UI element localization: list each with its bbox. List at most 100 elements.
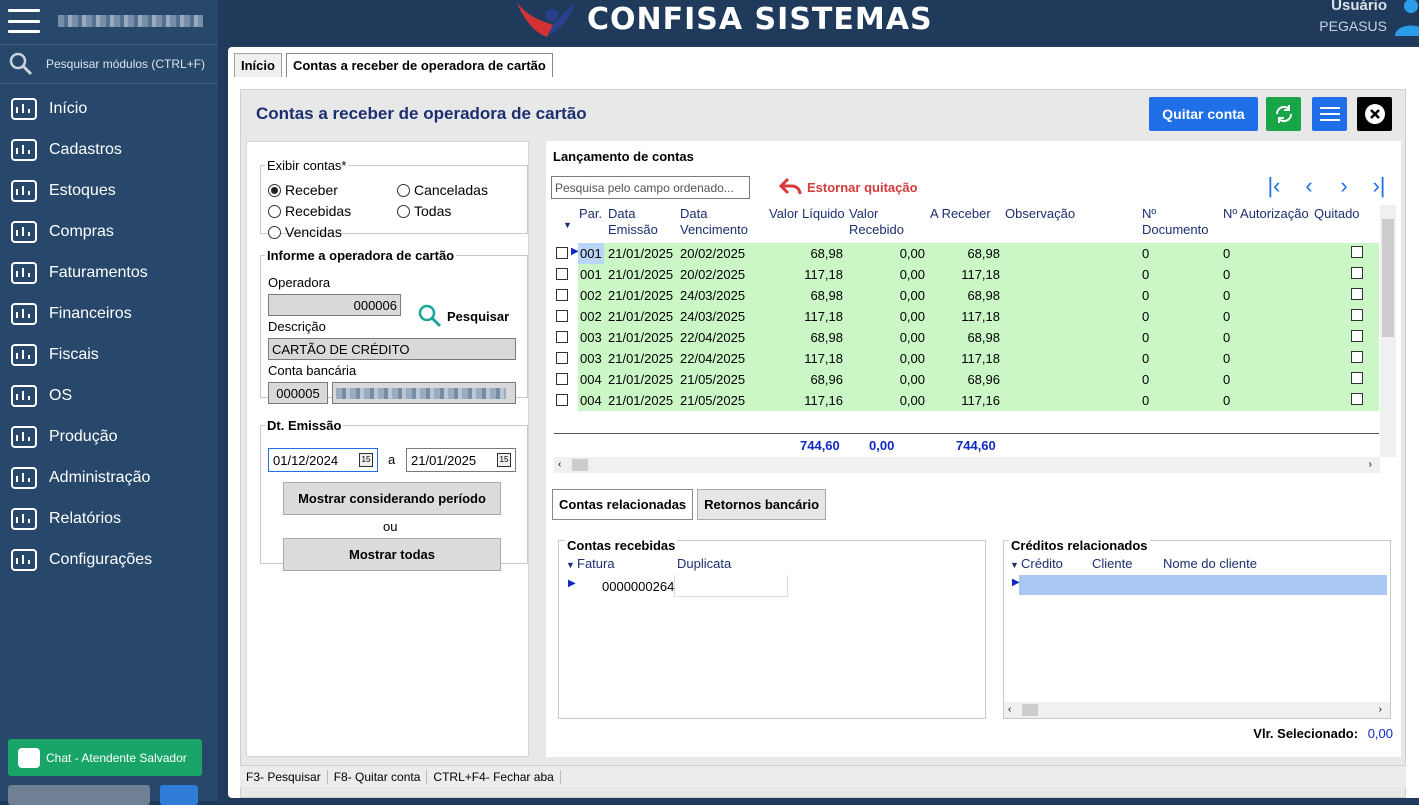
col-valor-recebido[interactable]: Valor Recebido <box>849 206 919 238</box>
date-from-field[interactable]: 01/12/2024 15 <box>268 448 378 472</box>
col-data-emissao[interactable]: Data Emissão <box>608 206 668 238</box>
col-observacao[interactable]: Observação <box>1005 206 1075 222</box>
sidebar-item-relatorios[interactable]: Relatórios <box>0 498 218 539</box>
col-n-documento[interactable]: Nº Documento <box>1142 206 1212 238</box>
sidebar-item-administracao[interactable]: Administração <box>0 457 218 498</box>
sort-arrow-icon[interactable]: ▼ <box>563 217 572 233</box>
table-row[interactable]: 004 21/01/2025 21/05/2025 68,96 0,00 68,96 0 0 <box>554 369 1379 390</box>
radio-recebidas[interactable]: Recebidas <box>268 203 351 219</box>
row-select-checkbox[interactable] <box>556 352 568 364</box>
radio-canceladas[interactable]: Canceladas <box>397 182 488 198</box>
sidebar-item-inicio[interactable]: Início <box>0 88 218 129</box>
row-select-checkbox[interactable] <box>556 310 568 322</box>
chat-button[interactable]: Chat - Atendente Salvador <box>8 739 202 776</box>
refresh-icon <box>1275 105 1292 123</box>
close-button[interactable] <box>1357 97 1392 131</box>
calendar-icon[interactable]: 15 <box>497 453 511 467</box>
sidebar-item-faturamentos[interactable]: Faturamentos <box>0 252 218 293</box>
sidebar-item-producao[interactable]: Produção <box>0 416 218 457</box>
tab-contas-receber[interactable]: Contas a receber de operadora de cartão <box>285 53 553 77</box>
creditos-hscroll[interactable]: ‹ › <box>1004 702 1390 718</box>
col-nome-cliente[interactable]: Nome do cliente <box>1163 556 1257 571</box>
tab-contas-relacionadas[interactable]: Contas relacionadas <box>552 489 694 520</box>
grid-hscroll[interactable]: ‹ › <box>554 457 1380 473</box>
sort-arrow-icon[interactable]: ▼ <box>566 560 575 570</box>
col-data-vencimento[interactable]: Data Vencimento <box>680 206 760 238</box>
col-quitado[interactable]: Quitado <box>1314 206 1360 222</box>
cell: 22/04/2025 <box>680 330 746 345</box>
table-row[interactable]: 004 21/01/2025 21/05/2025 117,16 0,00 117,16 0… <box>554 390 1379 411</box>
menu-button[interactable] <box>1312 97 1347 131</box>
swap-button[interactable] <box>160 785 198 805</box>
sidebar-item-compras[interactable]: Compras <box>0 211 218 252</box>
sidebar-item-os[interactable]: OS <box>0 375 218 416</box>
bottom-left-button[interactable] <box>8 785 150 805</box>
duplicata-cell[interactable] <box>674 575 788 597</box>
table-row[interactable]: 002 21/01/2025 24/03/2025 68,98 0,00 68,98 0 0 <box>554 285 1379 306</box>
sidebar-item-fiscais[interactable]: Fiscais <box>0 334 218 375</box>
last-page-icon[interactable]: ›| <box>1367 175 1391 199</box>
row-select-checkbox[interactable] <box>556 373 568 385</box>
tab-retornos-bancario[interactable]: Retornos bancário <box>697 489 827 520</box>
refresh-button[interactable] <box>1266 97 1301 131</box>
quitado-checkbox[interactable] <box>1351 246 1363 258</box>
module-search[interactable]: Pesquisar módulos (CTRL+F) <box>0 44 218 84</box>
quitado-checkbox[interactable] <box>1351 267 1363 279</box>
fatura-value[interactable]: 0000000264 <box>602 579 674 594</box>
sidebar-item-financeiros[interactable]: Financeiros <box>0 293 218 334</box>
sort-arrow-icon[interactable]: ▼ <box>1010 560 1019 570</box>
sidebar-item-estoques[interactable]: Estoques <box>0 170 218 211</box>
col-credito[interactable]: Crédito <box>1021 556 1063 571</box>
quitado-checkbox[interactable] <box>1351 393 1363 405</box>
row-select-checkbox[interactable] <box>556 268 568 280</box>
sidebar-item-configuracoes[interactable]: Configurações <box>0 539 218 580</box>
conta-nome-field[interactable] <box>332 382 516 404</box>
operadora-field[interactable]: 000006 <box>268 294 401 316</box>
tab-inicio[interactable]: Início <box>234 53 282 77</box>
calendar-icon[interactable]: 15 <box>359 453 373 467</box>
radio-vencidas[interactable]: Vencidas <box>268 224 342 240</box>
row-select-checkbox[interactable] <box>556 247 568 259</box>
col-n-autorizacao[interactable]: Nº Autorização <box>1223 206 1309 222</box>
row-select-checkbox[interactable] <box>556 394 568 406</box>
mostrar-periodo-button[interactable]: Mostrar considerando período <box>283 482 501 515</box>
user-info[interactable]: Usuário PEGASUS <box>1319 0 1387 34</box>
quitar-conta-button[interactable]: Quitar conta <box>1149 97 1258 131</box>
status-f8: F8- Quitar conta <box>328 769 428 784</box>
col-valor-liquido[interactable]: Valor Líquido <box>769 206 845 222</box>
creditos-selected-row[interactable] <box>1019 575 1387 595</box>
radio-receber[interactable]: Receber <box>268 182 338 198</box>
col-a-receber[interactable]: A Receber <box>930 206 991 222</box>
table-row[interactable]: 001 21/01/2025 20/02/2025 117,18 0,00 117,18 0… <box>554 264 1379 285</box>
descricao-field[interactable]: CARTÃO DE CRÉDITO <box>268 338 516 360</box>
quitado-checkbox[interactable] <box>1351 330 1363 342</box>
table-row[interactable]: 002 21/01/2025 24/03/2025 117,18 0,00 117,18 0… <box>554 306 1379 327</box>
grid-vscroll[interactable] <box>1380 205 1396 457</box>
grid-search-input[interactable]: Pesquisa pelo campo ordenado... <box>551 176 750 199</box>
sidebar-item-cadastros[interactable]: Cadastros <box>0 129 218 170</box>
table-row[interactable]: 003 21/01/2025 22/04/2025 68,98 0,00 68,98 0 0 <box>554 327 1379 348</box>
quitado-checkbox[interactable] <box>1351 351 1363 363</box>
quitado-checkbox[interactable] <box>1351 288 1363 300</box>
row-select-checkbox[interactable] <box>556 289 568 301</box>
pesquisar-button[interactable]: Pesquisar <box>417 303 509 329</box>
col-duplicata[interactable]: Duplicata <box>677 556 731 571</box>
prev-page-icon[interactable]: ‹ <box>1297 175 1321 199</box>
estornar-button[interactable]: Estornar quitação <box>779 177 918 197</box>
hamburger-menu-icon[interactable] <box>8 9 40 33</box>
col-par[interactable]: Par. <box>579 206 602 222</box>
table-row[interactable]: 003 21/01/2025 22/04/2025 117,18 0,00 117,18 0… <box>554 348 1379 369</box>
col-fatura[interactable]: Fatura <box>577 556 615 571</box>
table-row[interactable]: ▶ 001 21/01/2025 20/02/2025 68,98 0,00 68,98 0 0 <box>554 243 1379 264</box>
date-to-field[interactable]: 21/01/2025 15 <box>406 448 516 472</box>
col-cliente[interactable]: Cliente <box>1092 556 1132 571</box>
first-page-icon[interactable]: |‹ <box>1262 175 1286 199</box>
quitado-checkbox[interactable] <box>1351 372 1363 384</box>
next-page-icon[interactable]: › <box>1332 175 1356 199</box>
conta-field[interactable]: 000005 <box>268 382 328 404</box>
mostrar-todas-button[interactable]: Mostrar todas <box>283 538 501 571</box>
quitado-checkbox[interactable] <box>1351 309 1363 321</box>
row-select-checkbox[interactable] <box>556 331 568 343</box>
radio-todas[interactable]: Todas <box>397 203 451 219</box>
user-avatar-icon[interactable] <box>1391 0 1419 36</box>
